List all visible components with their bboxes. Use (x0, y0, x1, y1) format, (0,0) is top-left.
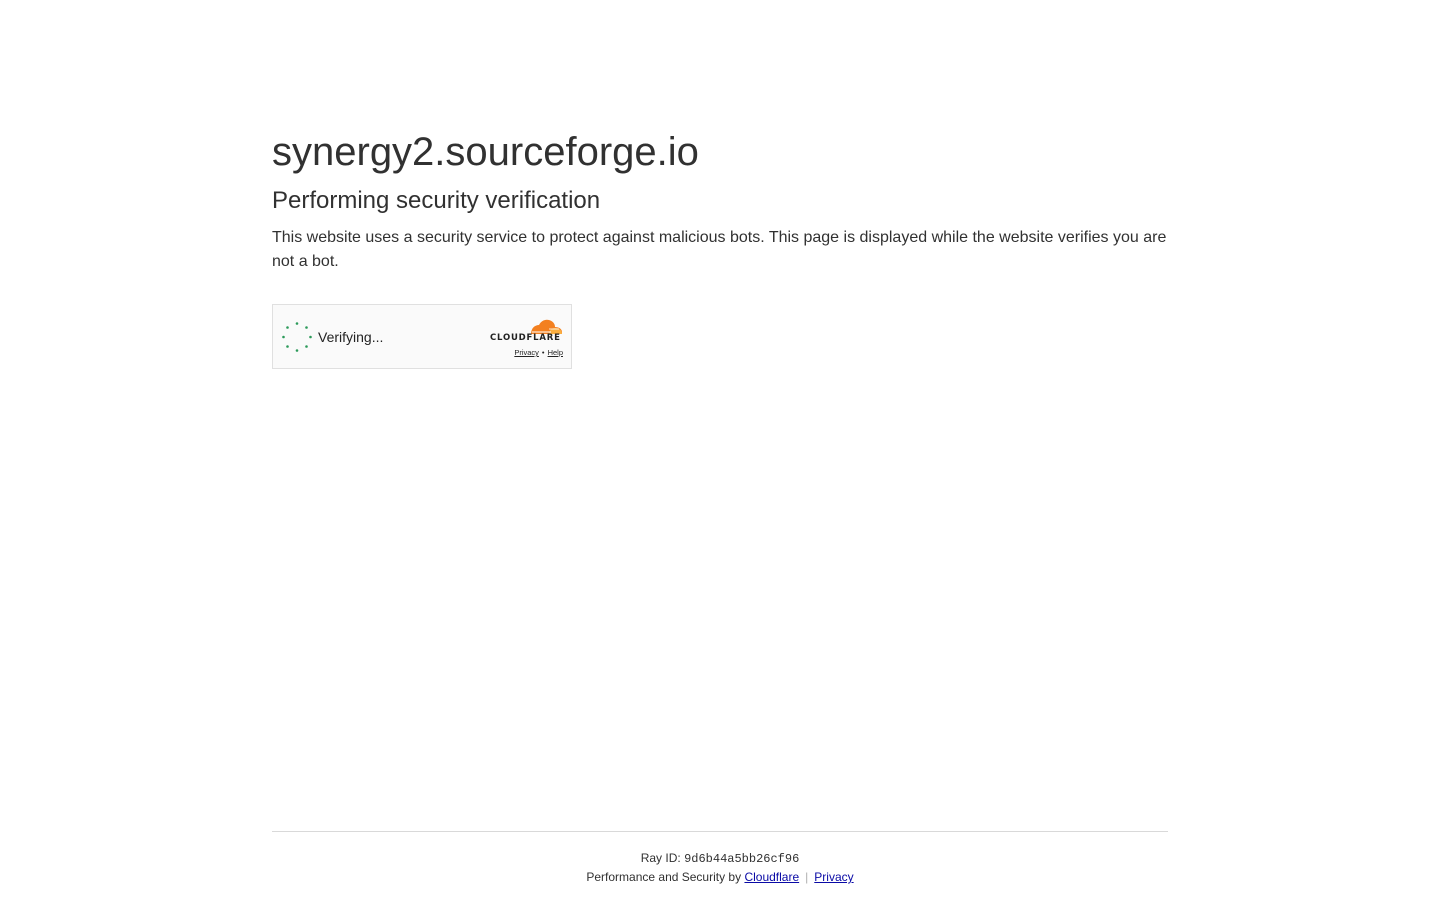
cloudflare-link[interactable]: Cloudflare (744, 870, 799, 884)
cloudflare-wordmark: CLOUDFLARE (490, 333, 561, 343)
spinner-icon (282, 322, 312, 352)
page-description: This website uses a security service to … (272, 229, 1167, 270)
performance-text: Performance and Security by (586, 870, 742, 884)
footer-privacy-link[interactable]: Privacy (814, 870, 853, 884)
widget-link-separator: • (541, 348, 545, 357)
ray-id-line: Ray ID: 9d6b44a5bb26cf96 (272, 849, 1168, 868)
footer-separator: | (805, 870, 809, 884)
ray-id-label: Ray ID: (640, 851, 681, 865)
main-content: synergy2.sourceforge.io Performing secur… (272, 128, 1168, 274)
widget-links: Privacy • Help (514, 348, 563, 358)
challenge-page: synergy2.sourceforge.io Performing secur… (0, 0, 1440, 900)
ray-id-value: 9d6b44a5bb26cf96 (684, 852, 800, 866)
footer: Ray ID: 9d6b44a5bb26cf96 Performance and… (272, 849, 1168, 886)
widget-help-link[interactable]: Help (548, 348, 563, 357)
widget-privacy-link[interactable]: Privacy (514, 348, 539, 357)
footer-divider (272, 831, 1168, 832)
page-subtitle: Performing security verification (272, 187, 601, 214)
page-title: synergy2.sourceforge.io (272, 130, 699, 174)
performance-line: Performance and Security by Cloudflare | P… (272, 868, 1168, 886)
verifying-status: Verifying... (318, 329, 384, 345)
turnstile-widget[interactable]: Verifying... CLOUDFLARE Privacy • Help (272, 304, 572, 369)
